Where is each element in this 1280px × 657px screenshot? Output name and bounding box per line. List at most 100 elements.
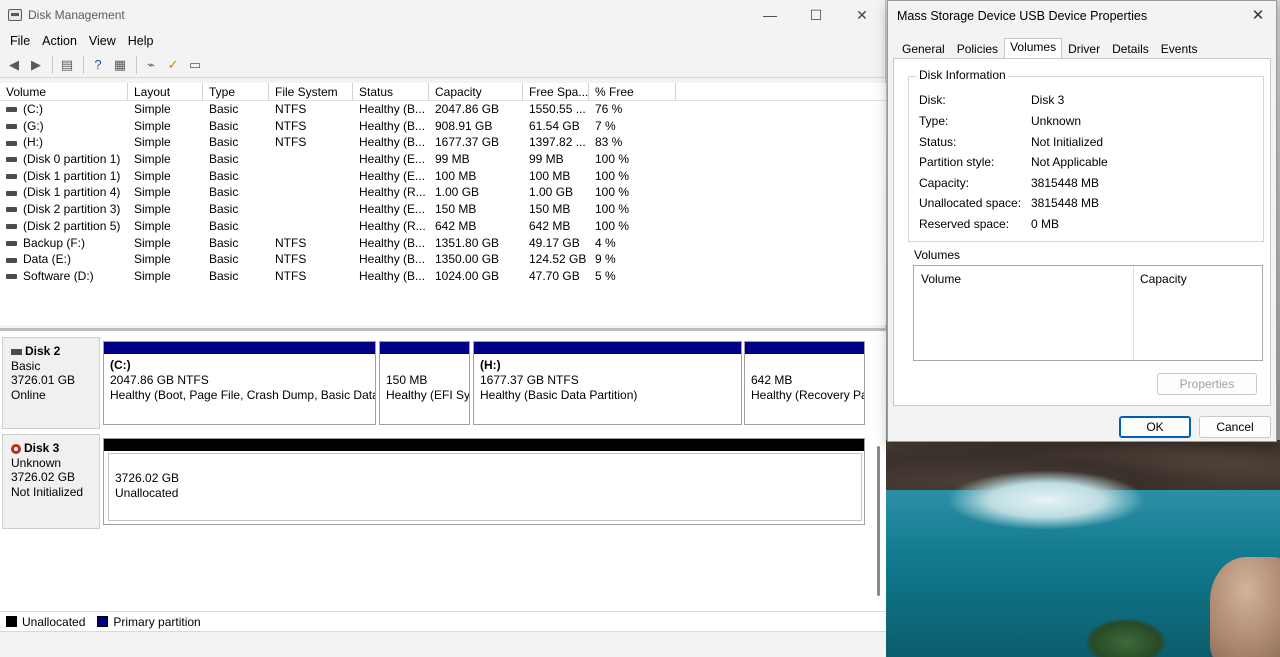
partition-recovery[interactable]: 642 MB Healthy (Recovery Pa bbox=[744, 341, 865, 425]
disk-2-name: Disk 2 bbox=[25, 344, 61, 358]
info-label-reserved: Reserved space: bbox=[919, 217, 1010, 231]
drive-icon bbox=[6, 174, 17, 180]
volumes-column-volume[interactable]: Volume bbox=[921, 272, 961, 286]
menu-action[interactable]: Action bbox=[36, 34, 83, 48]
partition-efi[interactable]: 150 MB Healthy (EFI Sys bbox=[379, 341, 470, 425]
partition-size: 150 MB bbox=[386, 373, 428, 387]
volume-percent-free: 7 % bbox=[595, 118, 616, 133]
cancel-button[interactable]: Cancel bbox=[1199, 416, 1271, 438]
volume-free-space: 99 MB bbox=[529, 152, 564, 167]
checklist-icon[interactable]: ✓ bbox=[163, 55, 183, 75]
volume-label: (Disk 2 partition 5) bbox=[23, 218, 121, 233]
connect-drive-icon[interactable]: ⌁ bbox=[141, 55, 161, 75]
table-row[interactable]: (Disk 2 partition 3) Simple Basic Healthy (… bbox=[0, 201, 886, 218]
table-row[interactable]: (G:) Simple Basic NTFS Healthy (B... 908.91 G… bbox=[0, 118, 886, 135]
volume-name: (Disk 1 partition 4) bbox=[0, 184, 128, 201]
column-header-type[interactable]: Type bbox=[203, 83, 269, 100]
column-header-status[interactable]: Status bbox=[353, 83, 429, 100]
volume-percent-free: 100 % bbox=[595, 218, 630, 233]
info-value-reserved: 0 MB bbox=[1031, 217, 1060, 231]
minimize-button[interactable]: — bbox=[747, 0, 793, 30]
disk-management-window: Disk Management — ☐ ✕ File Action View H… bbox=[0, 0, 886, 657]
volume-status: Healthy (E... bbox=[359, 168, 426, 183]
table-row[interactable]: (Disk 0 partition 1) Simple Basic Healthy (… bbox=[0, 151, 886, 168]
toolbar: ◀ ▶ ▤ ? ▦ ⌁ ✓ ▭ bbox=[0, 52, 885, 78]
drive-icon bbox=[6, 257, 17, 263]
volume-capacity: 1024.00 GB bbox=[435, 268, 500, 283]
info-label-capacity: Capacity: bbox=[919, 176, 970, 190]
column-header-capacity[interactable]: Capacity bbox=[429, 83, 523, 100]
volume-free-space: 61.54 GB bbox=[529, 118, 580, 133]
volume-file-system bbox=[269, 151, 353, 168]
close-icon[interactable]: ✕ bbox=[1248, 5, 1268, 25]
column-header-layout[interactable]: Layout bbox=[128, 83, 203, 100]
drive-icon bbox=[6, 274, 17, 280]
column-header-file-system[interactable]: File System bbox=[269, 83, 353, 100]
menu-help[interactable]: Help bbox=[122, 34, 160, 48]
back-arrow-icon[interactable]: ◀ bbox=[4, 55, 24, 75]
ok-button[interactable]: OK bbox=[1119, 416, 1191, 438]
table-row[interactable]: Data (E:) Simple Basic NTFS Healthy (B... 135… bbox=[0, 251, 886, 268]
column-header-free-space[interactable]: Free Spa... bbox=[523, 83, 589, 100]
disk-information-title: Disk Information bbox=[917, 68, 1008, 82]
volume-percent-free: 100 % bbox=[595, 152, 630, 167]
unallocated-label: Unallocated bbox=[115, 486, 179, 500]
volume-type: Basic bbox=[209, 268, 239, 283]
volumes-list[interactable]: Volume Capacity bbox=[913, 265, 1263, 361]
properties-icon[interactable]: ▭ bbox=[185, 55, 205, 75]
volumes-column-capacity[interactable]: Capacity bbox=[1140, 272, 1187, 286]
volume-list-body: (C:) Simple Basic NTFS Healthy (B... 2047.86 … bbox=[0, 101, 886, 285]
volume-status: Healthy (B... bbox=[359, 252, 426, 267]
disk-management-app-icon bbox=[8, 9, 22, 21]
column-header-percent-free[interactable]: % Free bbox=[589, 83, 676, 100]
drive-icon bbox=[6, 157, 17, 163]
maximize-button[interactable]: ☐ bbox=[793, 0, 839, 30]
tab-details[interactable]: Details bbox=[1106, 39, 1155, 59]
table-row[interactable]: Backup (F:) Simple Basic NTFS Healthy (B... 1… bbox=[0, 235, 886, 252]
info-label-partition-style: Partition style: bbox=[919, 155, 995, 169]
volume-label: (Disk 1 partition 1) bbox=[23, 168, 121, 183]
help-icon[interactable]: ? bbox=[88, 55, 108, 75]
table-row[interactable]: (Disk 2 partition 5) Simple Basic Healthy (… bbox=[0, 218, 886, 235]
close-button[interactable]: ✕ bbox=[839, 0, 885, 30]
volume-status: Healthy (R... bbox=[359, 185, 426, 200]
partition-h[interactable]: (H:) 1677.37 GB NTFS Healthy (Basic Data… bbox=[473, 341, 742, 425]
volume-free-space: 124.52 GB bbox=[529, 252, 587, 267]
legend-swatch-unallocated bbox=[6, 616, 17, 627]
menu-view[interactable]: View bbox=[83, 34, 122, 48]
properties-view-icon[interactable]: ▦ bbox=[110, 55, 130, 75]
volume-free-space: 150 MB bbox=[529, 202, 571, 217]
properties-button[interactable]: Properties bbox=[1157, 373, 1257, 395]
column-header-volume[interactable]: Volume bbox=[0, 83, 128, 100]
vertical-scrollbar[interactable] bbox=[877, 446, 880, 596]
forward-arrow-icon[interactable]: ▶ bbox=[26, 55, 46, 75]
tab-policies[interactable]: Policies bbox=[951, 39, 1004, 59]
partition-c[interactable]: (C:) 2047.86 GB NTFS Healthy (Boot, Page… bbox=[103, 341, 376, 425]
volume-type: Basic bbox=[209, 202, 239, 217]
info-label-unallocated: Unallocated space: bbox=[919, 196, 1022, 210]
table-row[interactable]: (Disk 1 partition 4) Simple Basic Healthy (… bbox=[0, 184, 886, 201]
table-row[interactable]: (H:) Simple Basic NTFS Healthy (B... 1677.37 … bbox=[0, 134, 886, 151]
menu-file[interactable]: File bbox=[4, 34, 36, 48]
show-hide-console-tree-icon[interactable]: ▤ bbox=[57, 55, 77, 75]
disk-information-group: Disk Information Disk: Disk 3 Type: Unkn… bbox=[908, 68, 1264, 242]
toolbar-separator bbox=[52, 55, 53, 74]
volume-type: Basic bbox=[209, 102, 239, 116]
disk-3-label[interactable]: Disk 3 Unknown 3726.02 GB Not Initialize… bbox=[2, 434, 100, 529]
disk-3-unallocated[interactable]: 3726.02 GB Unallocated bbox=[103, 438, 865, 525]
disk-2-label[interactable]: Disk 2 Basic 3726.01 GB Online bbox=[2, 337, 100, 429]
volume-free-space: 100 MB bbox=[529, 168, 571, 183]
title-bar[interactable]: Disk Management — ☐ ✕ bbox=[0, 0, 885, 30]
table-row[interactable]: Software (D:) Simple Basic NTFS Healthy (B..… bbox=[0, 268, 886, 285]
tab-volumes[interactable]: Volumes bbox=[1004, 38, 1063, 59]
tab-driver[interactable]: Driver bbox=[1062, 39, 1106, 59]
primary-partition-bar bbox=[745, 342, 864, 354]
volume-status: Healthy (E... bbox=[359, 202, 426, 217]
tab-events[interactable]: Events bbox=[1155, 39, 1204, 59]
tab-general[interactable]: General bbox=[896, 39, 951, 59]
window-title: Disk Management bbox=[28, 8, 125, 22]
volume-name: (Disk 1 partition 1) bbox=[0, 168, 128, 185]
table-row[interactable]: (C:) Simple Basic NTFS Healthy (B... 2047.86 … bbox=[0, 101, 886, 118]
table-row[interactable]: (Disk 1 partition 1) Simple Basic Healthy (… bbox=[0, 168, 886, 185]
volume-layout: Simple bbox=[134, 102, 171, 116]
